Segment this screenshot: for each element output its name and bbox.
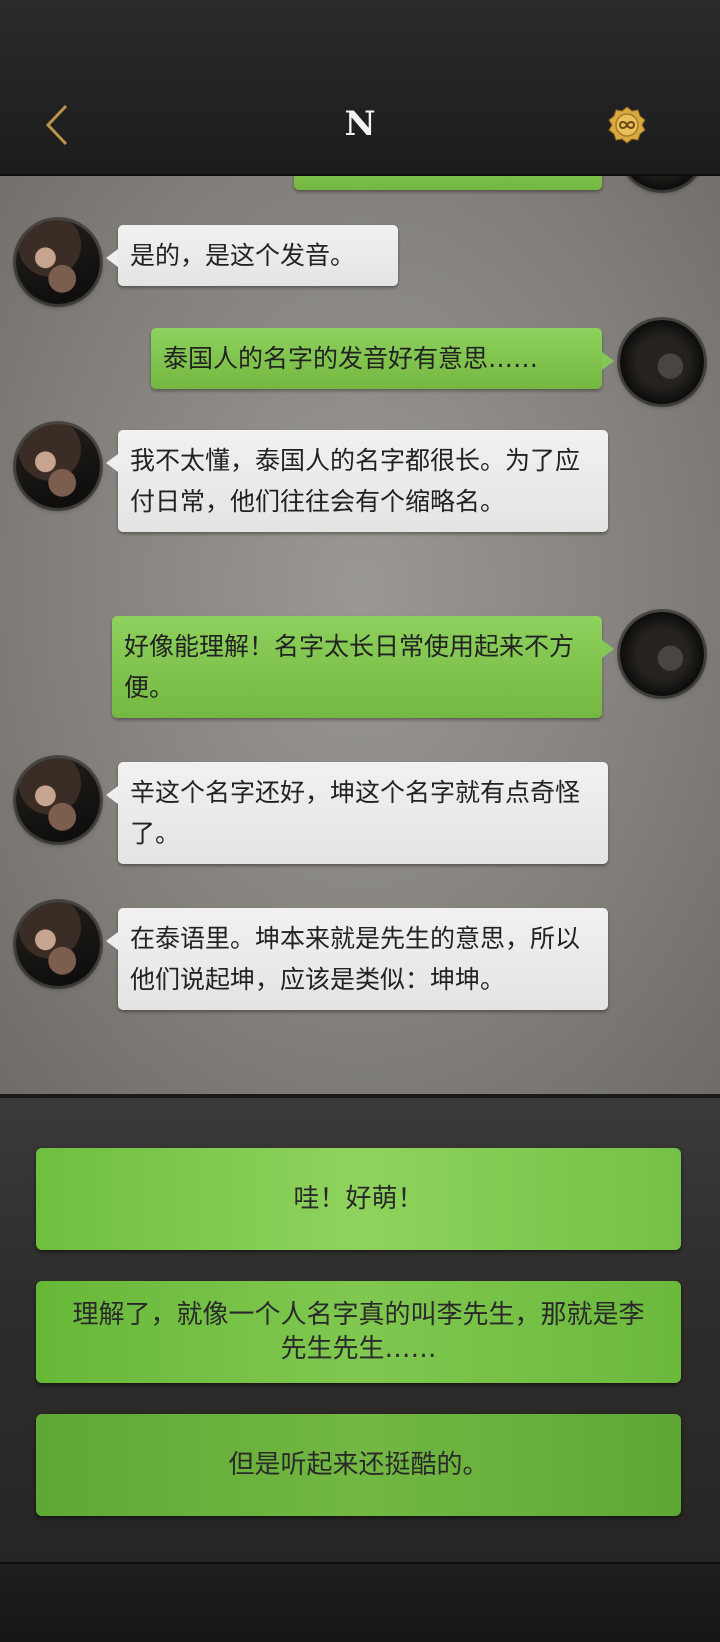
reply-option-1[interactable]: 哇！好萌！ xyxy=(36,1148,681,1250)
contact-avatar[interactable] xyxy=(16,424,100,508)
top-bar: N xyxy=(0,0,720,176)
contact-avatar[interactable] xyxy=(16,902,100,986)
infinity-coin-icon xyxy=(608,106,646,144)
chat-bubble-other: 我不太懂，泰国人的名字都很长。为了应付日常，他们往往会有个缩略名。 xyxy=(106,430,608,532)
bottom-bar xyxy=(0,1562,720,1642)
contact-avatar[interactable] xyxy=(16,220,100,304)
reply-option-3[interactable]: 但是听起来还挺酷的。 xyxy=(36,1414,681,1516)
contact-avatar[interactable] xyxy=(16,758,100,842)
infinity-coin-button[interactable] xyxy=(608,106,646,144)
reply-options-panel: 哇！好萌！ 理解了，就像一个人名字真的叫李先生，那就是李先生先生…… 但是听起来… xyxy=(0,1094,720,1566)
my-avatar xyxy=(620,320,704,404)
chat-bubble-me: 好像能理解！名字太长日常使用起来不方便。 xyxy=(112,616,614,718)
chat-bubble-other: 辛这个名字还好，坤这个名字就有点奇怪了。 xyxy=(106,762,608,864)
chat-bubble-other: 是的，是这个发音。 xyxy=(106,225,398,286)
my-avatar xyxy=(620,612,704,696)
chat-bubble-other: 在泰语里。坤本来就是先生的意思，所以他们说起坤，应该是类似：坤坤。 xyxy=(106,908,608,1010)
chat-bubble-me xyxy=(294,174,614,190)
chat-bubble-me: 泰国人的名字的发音好有意思…… xyxy=(151,328,614,389)
reply-option-2[interactable]: 理解了，就像一个人名字真的叫李先生，那就是李先生先生…… xyxy=(36,1281,681,1383)
chat-area[interactable]: 是的，是这个发音。 泰国人的名字的发音好有意思…… 我不太懂，泰国人的名字都很长… xyxy=(0,174,720,1094)
my-avatar xyxy=(620,174,704,190)
